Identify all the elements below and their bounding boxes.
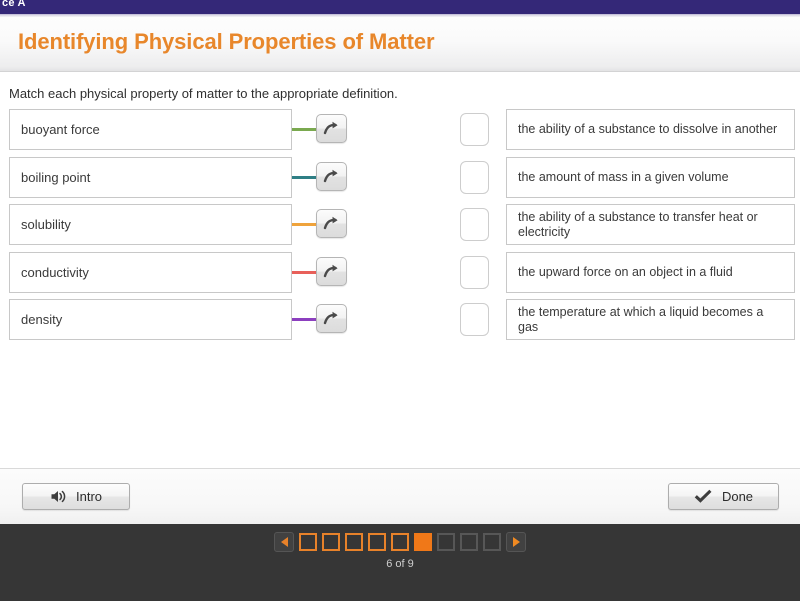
title-band: Identifying Physical Properties of Matte… [0, 17, 800, 72]
definition-box[interactable]: the ability of a substance to dissolve i… [506, 109, 795, 150]
page-indicator-5[interactable] [391, 533, 409, 551]
footer-bar: 6 of 9 [0, 524, 800, 601]
term-label: solubility [21, 217, 71, 232]
curved-arrow-right-icon [323, 169, 340, 184]
page-indicator-1[interactable] [299, 533, 317, 551]
definition-text: the temperature at which a liquid become… [518, 304, 764, 334]
term-arrow-button[interactable] [316, 114, 347, 143]
definition-row: the temperature at which a liquid become… [460, 296, 795, 344]
definition-row: the amount of mass in a given volume [460, 154, 795, 202]
pagination [274, 532, 526, 552]
connector-line [292, 223, 317, 226]
definition-text: the ability of a substance to transfer h… [518, 209, 758, 239]
term-row: buoyant force [9, 106, 347, 154]
definition-row: the ability of a substance to transfer h… [460, 201, 795, 249]
page-indicator-6[interactable] [414, 533, 432, 551]
term-row: density [9, 296, 347, 344]
intro-button[interactable]: Intro [22, 483, 130, 510]
definition-row: the upward force on an object in a fluid [460, 249, 795, 297]
connector-line [292, 175, 317, 179]
next-page-button[interactable] [506, 532, 526, 552]
definition-drop-target[interactable] [460, 303, 489, 336]
definitions-column: the ability of a substance to dissolve i… [460, 106, 795, 344]
speaker-icon [50, 489, 67, 504]
page-indicator-4[interactable] [368, 533, 386, 551]
page-indicator-2[interactable] [322, 533, 340, 551]
curved-arrow-right-icon [323, 264, 340, 279]
curved-arrow-right-icon [323, 311, 340, 326]
page-count-label: 6 of 9 [386, 558, 414, 570]
page-indicator-7[interactable] [437, 533, 455, 551]
term-row: conductivity [9, 249, 347, 297]
definition-box[interactable]: the temperature at which a liquid become… [506, 299, 795, 340]
page-title: Identifying Physical Properties of Matte… [18, 29, 435, 54]
definition-drop-target[interactable] [460, 255, 489, 289]
curved-arrow-right-icon [323, 216, 340, 231]
done-button-label: Done [721, 489, 754, 504]
control-bar: Intro Done [0, 468, 800, 524]
activity-screen: ce A Identifying Physical Properties of … [0, 0, 800, 601]
window-topbar: ce A [0, 0, 800, 14]
connector-line [292, 318, 317, 321]
definition-text: the amount of mass in a given volume [518, 169, 729, 184]
term-row: solubility [9, 201, 347, 249]
window-topbar-label: ce A [2, 0, 26, 9]
term-box[interactable]: conductivity [9, 251, 292, 293]
definition-box[interactable]: the amount of mass in a given volume [506, 156, 795, 198]
term-row: boiling point [9, 154, 347, 202]
term-arrow-button[interactable] [316, 304, 347, 333]
connector-line [292, 270, 317, 274]
definition-drop-target[interactable] [460, 208, 489, 241]
instruction-text: Match each physical property of matter t… [9, 86, 398, 101]
intro-button-label: Intro [75, 489, 102, 504]
triangle-right-icon [512, 537, 520, 547]
definition-row: the ability of a substance to dissolve i… [460, 106, 795, 154]
checkmark-icon [694, 489, 713, 504]
page-indicator-9[interactable] [483, 533, 501, 551]
terms-column: buoyant force boiling point solubility c… [9, 106, 347, 344]
definition-text: the upward force on an object in a fluid [518, 264, 733, 279]
term-label: buoyant force [21, 122, 100, 137]
done-button[interactable]: Done [668, 483, 779, 510]
term-arrow-button[interactable] [316, 161, 347, 191]
triangle-left-icon [280, 537, 288, 547]
definition-drop-target[interactable] [460, 113, 489, 146]
term-label: conductivity [21, 264, 89, 280]
term-box[interactable]: boiling point [9, 156, 292, 198]
term-box[interactable]: solubility [9, 204, 292, 245]
term-label: boiling point [21, 169, 91, 185]
term-label: density [21, 312, 63, 327]
page-indicator-8[interactable] [460, 533, 478, 551]
prev-page-button[interactable] [274, 532, 294, 552]
activity-content: Match each physical property of matter t… [0, 73, 800, 468]
term-arrow-button[interactable] [316, 209, 347, 238]
definition-box[interactable]: the upward force on an object in a fluid [506, 251, 795, 293]
page-indicator-3[interactable] [345, 533, 363, 551]
term-arrow-button[interactable] [316, 256, 347, 286]
term-box[interactable]: buoyant force [9, 109, 292, 150]
connector-line [292, 128, 317, 131]
definition-text: the ability of a substance to dissolve i… [518, 122, 778, 136]
curved-arrow-right-icon [323, 121, 340, 136]
definition-drop-target[interactable] [460, 160, 489, 194]
definition-box[interactable]: the ability of a substance to transfer h… [506, 204, 795, 245]
term-box[interactable]: density [9, 299, 292, 340]
